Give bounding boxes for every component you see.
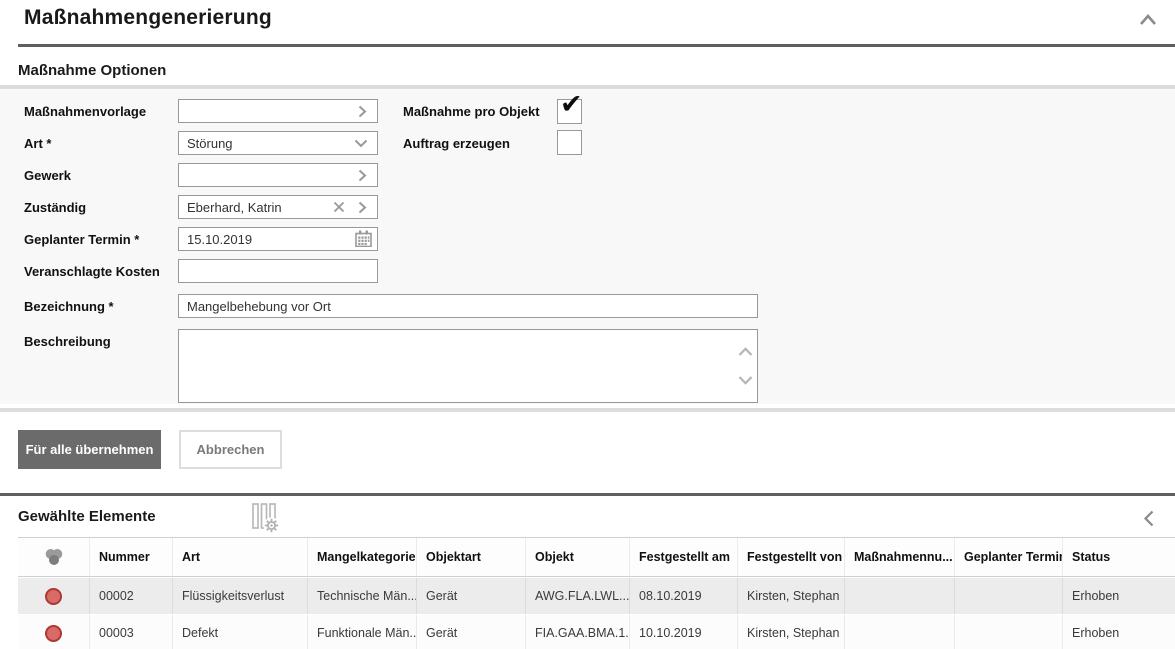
textarea-scroll-up-icon[interactable] xyxy=(738,347,753,357)
art-label: Art * xyxy=(24,136,51,151)
column-header-geplanter-termin[interactable]: Geplanter Termin xyxy=(955,538,1063,576)
cell-massnahmennummer xyxy=(845,578,955,614)
table-row[interactable]: 00003 Defekt Funktionale Män... Gerät FI… xyxy=(18,614,1175,649)
cell-art: Defekt xyxy=(173,615,308,649)
column-header-festgestellt-am[interactable]: Festgestellt am xyxy=(630,538,738,576)
cell-geplanter-termin xyxy=(955,615,1063,649)
massnahme-pro-objekt-label: Maßnahme pro Objekt xyxy=(403,104,540,119)
column-header-status[interactable]: Status xyxy=(1063,538,1175,576)
cell-nummer: 00002 xyxy=(90,578,173,614)
table-header-row: Nummer Art Mangelkategorie Objektart Obj… xyxy=(18,537,1175,577)
cell-art: Flüssigkeitsverlust xyxy=(173,578,308,614)
cell-status: Erhoben xyxy=(1063,615,1175,649)
chevron-up-icon xyxy=(1139,13,1157,27)
beschreibung-textarea[interactable] xyxy=(178,329,758,403)
status-column-header[interactable] xyxy=(18,538,90,576)
gewerk-picker-icon[interactable] xyxy=(358,169,367,182)
cell-status: Erhoben xyxy=(1063,578,1175,614)
cell-festgestellt-am: 08.10.2019 xyxy=(630,578,738,614)
calendar-icon[interactable] xyxy=(355,230,372,247)
cell-festgestellt-von: Kirsten, Stephan xyxy=(738,578,845,614)
collapse-panel-button[interactable] xyxy=(1139,13,1157,27)
veranschlagte-kosten-input[interactable] xyxy=(178,259,378,283)
cell-mangelkategorie: Technische Män... xyxy=(308,578,417,614)
zustaendig-input[interactable] xyxy=(178,195,378,219)
options-section-title: Maßnahme Optionen xyxy=(18,62,166,79)
elements-section-title: Gewählte Elemente xyxy=(18,508,156,525)
massnahmenvorlage-picker-icon[interactable] xyxy=(358,105,367,118)
geplanter-termin-label: Geplanter Termin * xyxy=(24,232,139,247)
massnahme-pro-objekt-checkbox[interactable]: ✔ xyxy=(557,99,582,124)
gewerk-input[interactable] xyxy=(178,163,378,187)
massnahmenvorlage-label: Maßnahmenvorlage xyxy=(24,104,146,119)
column-header-objekt[interactable]: Objekt xyxy=(526,538,630,576)
beschreibung-label: Beschreibung xyxy=(24,334,111,349)
cell-objektart: Gerät xyxy=(417,578,526,614)
cell-geplanter-termin xyxy=(955,578,1063,614)
collapse-elements-button[interactable] xyxy=(1143,510,1155,527)
column-header-mangelkategorie[interactable]: Mangelkategorie xyxy=(308,538,417,576)
status-red-dot-icon xyxy=(45,588,62,605)
column-header-art[interactable]: Art xyxy=(173,538,308,576)
cell-massnahmennummer xyxy=(845,615,955,649)
elements-divider xyxy=(0,493,1175,496)
options-divider-bottom xyxy=(0,408,1175,412)
zustaendig-label: Zuständig xyxy=(24,200,86,215)
column-settings-button[interactable] xyxy=(252,503,280,534)
textarea-scroll-down-icon[interactable] xyxy=(738,375,753,385)
cell-objektart: Gerät xyxy=(417,615,526,649)
elements-table: Nummer Art Mangelkategorie Objektart Obj… xyxy=(18,537,1175,649)
chevron-left-icon xyxy=(1143,510,1155,527)
column-header-festgestellt-von[interactable]: Festgestellt von xyxy=(738,538,845,576)
cell-objekt: FIA.GAA.BMA.1... xyxy=(526,615,630,649)
zustaendig-clear-icon[interactable] xyxy=(333,201,345,213)
bezeichnung-label: Bezeichnung * xyxy=(24,299,114,314)
cell-objekt: AWG.FLA.LWL.... xyxy=(526,578,630,614)
status-red-dot-icon xyxy=(45,625,62,642)
page-title: Maßnahmengenerierung xyxy=(24,6,272,30)
header-divider xyxy=(18,44,1175,47)
gewerk-label: Gewerk xyxy=(24,168,71,183)
art-select[interactable] xyxy=(178,131,378,155)
table-row[interactable]: 00002 Flüssigkeitsverlust Technische Män… xyxy=(18,577,1175,614)
cell-nummer: 00003 xyxy=(90,615,173,649)
cell-festgestellt-am: 10.10.2019 xyxy=(630,615,738,649)
geplanter-termin-input[interactable] xyxy=(178,227,378,251)
cell-mangelkategorie: Funktionale Män... xyxy=(308,615,417,649)
auftrag-erzeugen-checkbox[interactable] xyxy=(557,130,582,155)
cell-festgestellt-von: Kirsten, Stephan xyxy=(738,615,845,649)
art-dropdown-icon[interactable] xyxy=(354,139,368,148)
zustaendig-picker-icon[interactable] xyxy=(358,201,367,214)
bezeichnung-input[interactable] xyxy=(178,294,758,318)
column-header-nummer[interactable]: Nummer xyxy=(90,538,173,576)
table-columns-gear-icon xyxy=(252,503,280,534)
status-cell xyxy=(18,615,90,649)
cancel-button[interactable]: Abbrechen xyxy=(179,430,282,469)
status-cluster-icon xyxy=(44,548,64,567)
status-cell xyxy=(18,578,90,614)
massnahmenvorlage-input[interactable] xyxy=(178,99,378,123)
apply-all-button[interactable]: Für alle übernehmen xyxy=(18,430,161,469)
veranschlagte-kosten-label: Veranschlagte Kosten xyxy=(24,264,160,279)
column-header-massnahmennummer[interactable]: Maßnahmennu... xyxy=(845,538,955,576)
column-header-objektart[interactable]: Objektart xyxy=(417,538,526,576)
check-icon: ✔ xyxy=(560,91,583,118)
auftrag-erzeugen-label: Auftrag erzeugen xyxy=(403,136,510,151)
massnahmengenerierung-panel: Maßnahmengenerierung Maßnahme Optionen M… xyxy=(0,0,1175,649)
